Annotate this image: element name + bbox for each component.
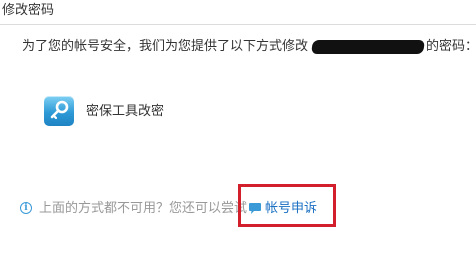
fallback-hint-text: 上面的方式都不可用？您还可以尝试 <box>39 201 248 216</box>
info-icon: i <box>20 202 32 214</box>
redacted-account-name <box>311 40 425 54</box>
key-icon <box>44 96 74 126</box>
intro-text-after: 的密码： <box>426 39 476 54</box>
intro-text: 为了您的帐号安全，我们为您提供了以下方式修改 的密码： <box>22 37 476 57</box>
chat-bubble-icon <box>249 203 261 214</box>
security-tool-option-label[interactable]: 密保工具改密 <box>86 102 164 122</box>
account-appeal-label[interactable]: 帐号申诉 <box>265 199 317 219</box>
intro-text-before: 为了您的帐号安全，我们为您提供了以下方式修改 <box>22 39 309 54</box>
page-header: 修改密码 <box>0 0 476 25</box>
page-title: 修改密码 <box>2 3 55 18</box>
